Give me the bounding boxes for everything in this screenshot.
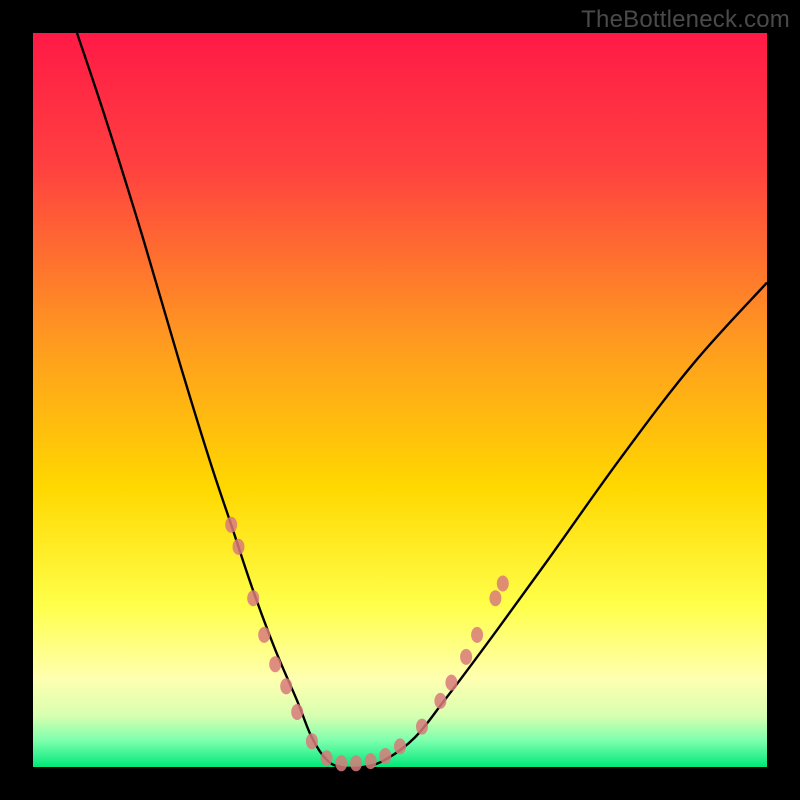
watermark-text: TheBottleneck.com bbox=[581, 6, 790, 34]
highlight-dot bbox=[247, 590, 259, 606]
highlight-dot bbox=[291, 704, 303, 720]
highlight-dot bbox=[365, 753, 377, 769]
highlight-dot bbox=[379, 748, 391, 764]
highlight-dot bbox=[225, 517, 237, 533]
outer-frame: TheBottleneck.com bbox=[0, 0, 800, 800]
highlight-dot bbox=[471, 627, 483, 643]
highlight-dot bbox=[269, 656, 281, 672]
highlight-dot bbox=[445, 675, 457, 691]
highlight-dot bbox=[350, 755, 362, 771]
highlight-dot bbox=[434, 693, 446, 709]
highlight-dot bbox=[335, 755, 347, 771]
highlight-dots-group bbox=[225, 517, 509, 772]
highlight-dot bbox=[416, 719, 428, 735]
highlight-dot bbox=[460, 649, 472, 665]
highlight-dot bbox=[233, 539, 245, 555]
bottleneck-curve bbox=[77, 33, 767, 768]
highlight-dot bbox=[489, 590, 501, 606]
plot-area bbox=[33, 33, 767, 767]
highlight-dot bbox=[497, 576, 509, 592]
curve-svg bbox=[33, 33, 767, 767]
highlight-dot bbox=[394, 738, 406, 754]
highlight-dot bbox=[280, 678, 292, 694]
highlight-dot bbox=[258, 627, 270, 643]
highlight-dot bbox=[321, 750, 333, 766]
highlight-dot bbox=[306, 733, 318, 749]
